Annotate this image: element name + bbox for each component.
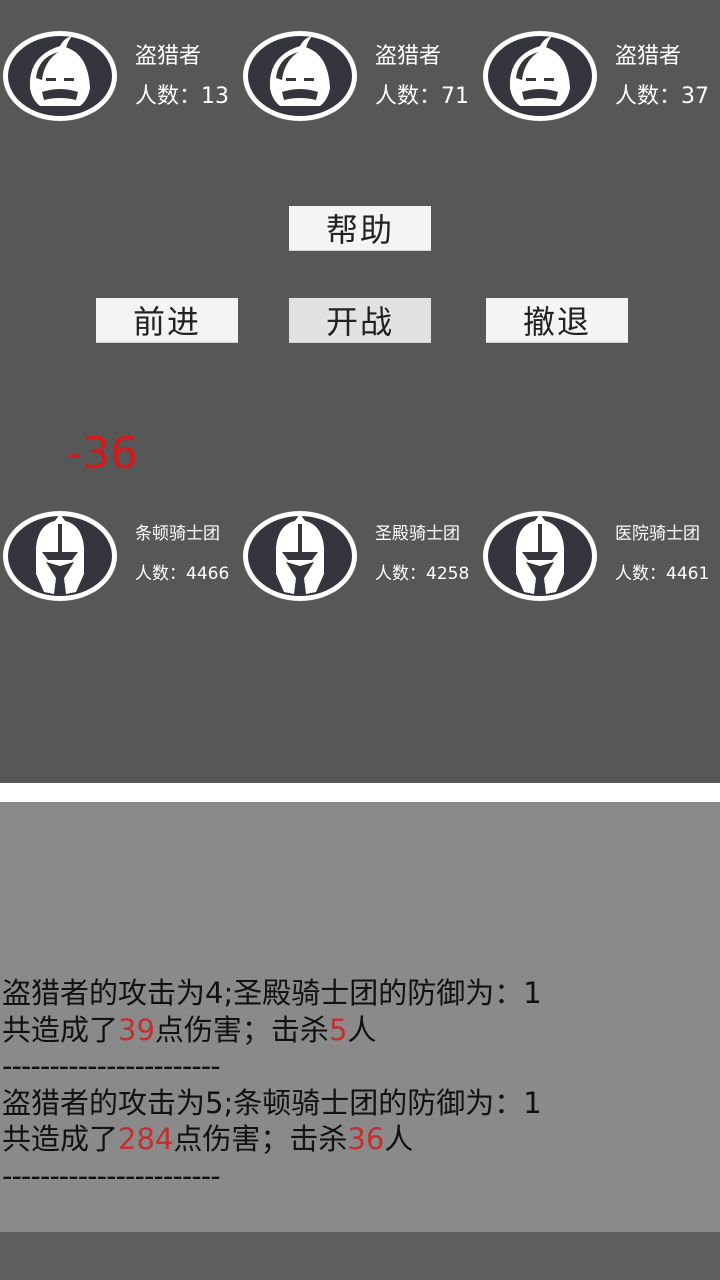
- enemy-count: 人数：13: [135, 84, 229, 109]
- log-text: 人: [347, 1012, 377, 1047]
- enemy-unit-3[interactable]: 盗猎者 人数：37: [480, 26, 720, 126]
- retreat-button[interactable]: 撤退: [486, 298, 628, 342]
- log-separator: -----------------------: [2, 1158, 221, 1193]
- log-attack-line: 盗猎者的攻击为4;圣殿骑士团的防御为：1: [2, 976, 542, 1010]
- ally-name: 医院骑士团: [615, 524, 700, 544]
- ally-count: 人数：4466: [135, 564, 230, 584]
- ally-unit-1[interactable]: 条顿骑士团 人数：4466: [0, 506, 240, 606]
- enemy-unit-1[interactable]: 盗猎者 人数：13: [0, 26, 240, 126]
- fight-button[interactable]: 开战: [289, 298, 431, 342]
- log-damage-value: 284: [118, 1122, 174, 1156]
- damage-popup: -36: [66, 428, 138, 479]
- ally-unit-3[interactable]: 医院骑士团 人数：4461: [480, 506, 720, 606]
- log-text: 共造成了: [2, 1122, 119, 1156]
- log-result-line: 共造成了39点伤害；击杀5人: [2, 1012, 542, 1049]
- log-text: 点伤害；击杀: [154, 1012, 329, 1047]
- enemy-name: 盗猎者: [375, 44, 442, 69]
- log-attack-line: 盗猎者的攻击为5;条顿骑士团的防御为：1: [2, 1085, 542, 1120]
- hooded-bandit-icon: [483, 31, 597, 121]
- log-result-line: 共造成了284点伤害；击杀36人: [2, 1121, 542, 1158]
- enemy-name: 盗猎者: [135, 44, 202, 69]
- knight-helmet-icon: [3, 511, 117, 601]
- ally-unit-2[interactable]: 圣殿骑士团 人数：4258: [240, 506, 480, 606]
- hooded-bandit-icon: [3, 31, 117, 121]
- ally-name: 条顿骑士团: [135, 524, 220, 544]
- ally-count: 人数：4461: [615, 564, 710, 584]
- ally-count: 人数：4258: [375, 564, 470, 584]
- log-text: 共造成了: [2, 1012, 119, 1047]
- knight-helmet-icon: [483, 511, 597, 601]
- enemy-unit-2[interactable]: 盗猎者 人数：71: [240, 26, 480, 126]
- knight-helmet-icon: [243, 511, 357, 601]
- log-text: 点伤害；击杀: [173, 1122, 348, 1156]
- enemy-name: 盗猎者: [615, 44, 682, 69]
- ally-name: 圣殿骑士团: [375, 524, 460, 544]
- log-kills-value: 36: [347, 1122, 385, 1156]
- enemy-count: 人数：37: [615, 84, 709, 109]
- help-button[interactable]: 帮助: [289, 206, 431, 250]
- enemy-count: 人数：71: [375, 84, 469, 109]
- hooded-bandit-icon: [243, 31, 357, 121]
- bottom-bar: [0, 1232, 720, 1280]
- log-separator: -----------------------: [2, 1049, 221, 1083]
- log-kills-value: 5: [328, 1012, 348, 1047]
- divider: [0, 783, 720, 802]
- advance-button[interactable]: 前进: [96, 298, 238, 342]
- log-damage-value: 39: [118, 1012, 155, 1047]
- battle-log: 盗猎者的攻击为4;圣殿骑士团的防御为：1 共造成了39点伤害；击杀5人 ----…: [2, 975, 542, 1194]
- log-text: 人: [384, 1122, 414, 1156]
